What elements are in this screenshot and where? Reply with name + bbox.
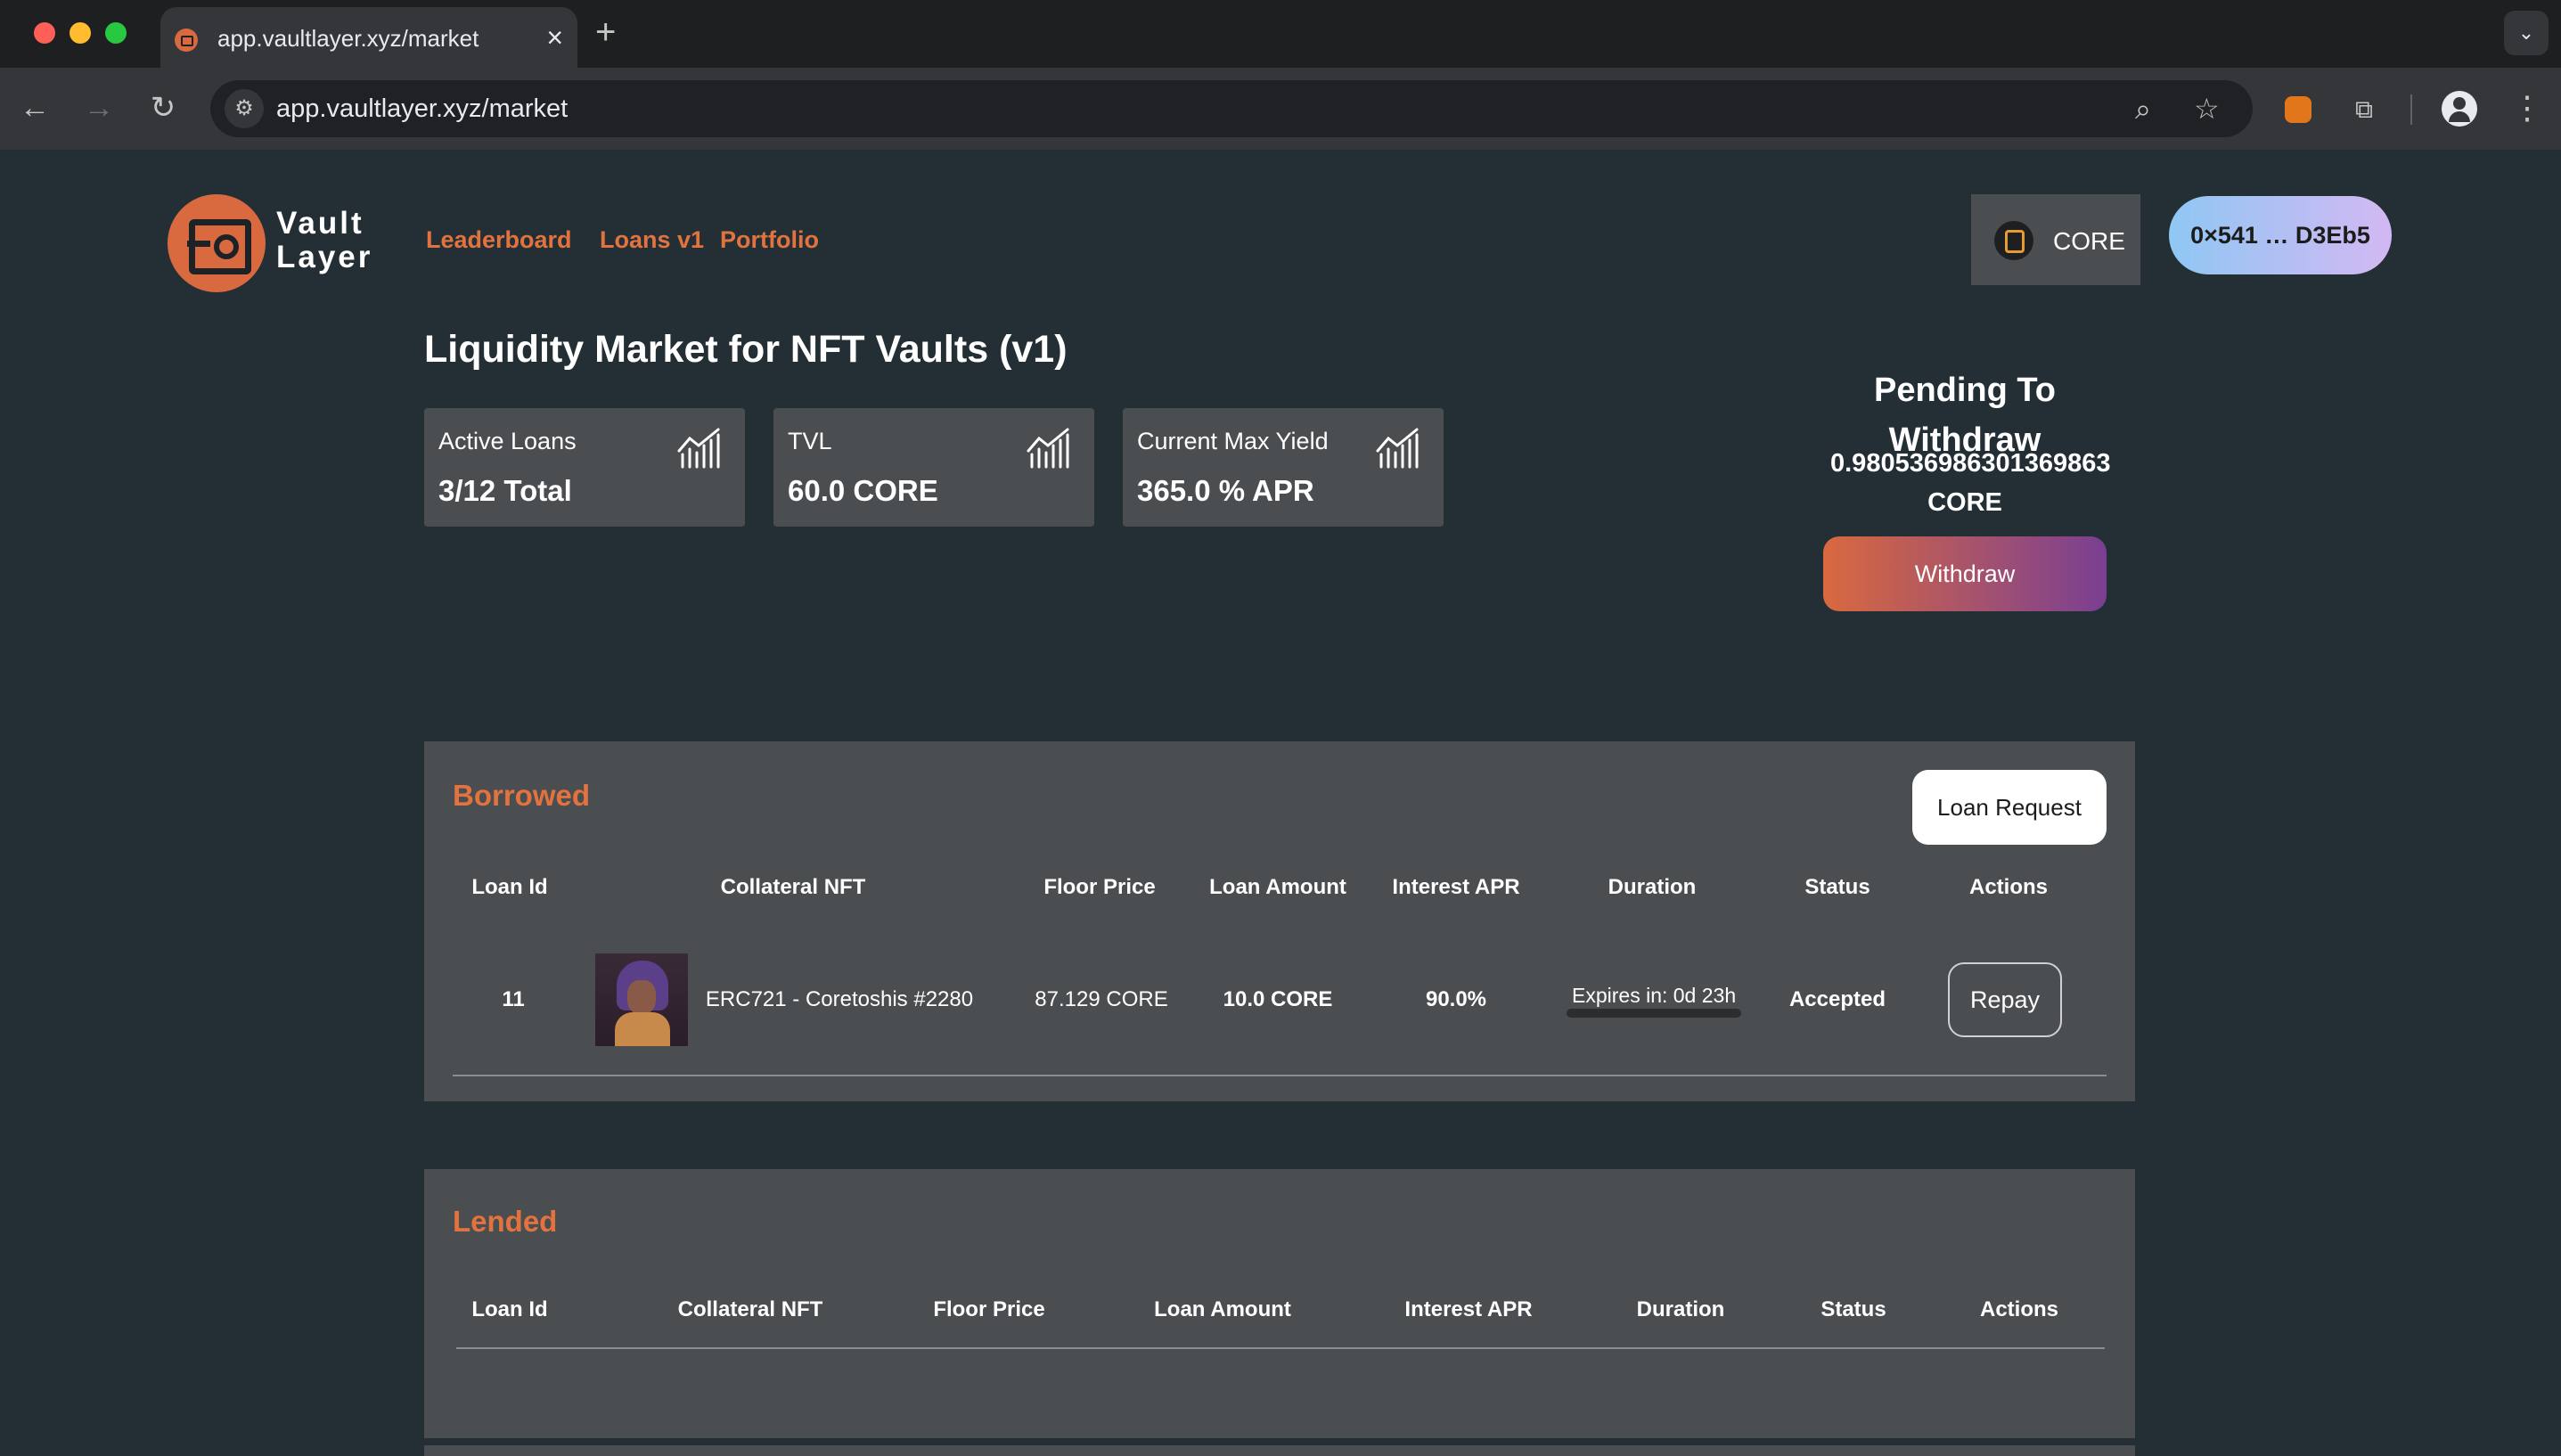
interest-apr-cell: 90.0% — [1425, 987, 1487, 1011]
column-header: Loan Id — [471, 1297, 548, 1321]
tab-search-icon[interactable]: ⌄ — [2504, 11, 2549, 55]
borrowed-panel: Borrowed Loan Request Loan Id Collateral… — [424, 741, 2135, 1101]
column-header: Status — [1821, 1297, 1886, 1321]
column-header: Floor Price — [1043, 875, 1156, 899]
stat-card-tvl: TVL 60.0 CORE — [773, 408, 1094, 527]
brand-line-1: Vault — [276, 206, 364, 241]
nav-loans-v1[interactable]: Loans v1 — [600, 226, 704, 254]
column-header: Floor Price — [933, 1297, 1045, 1321]
status-cell: Accepted — [1788, 987, 1886, 1011]
table-divider — [453, 1075, 2107, 1076]
browser-menu-icon[interactable]: ⋮ — [2511, 87, 2543, 128]
maximize-window-button[interactable] — [105, 22, 127, 44]
nav-portfolio[interactable]: Portfolio — [720, 226, 819, 254]
stat-label: TVL — [788, 428, 832, 454]
column-header: Loan Amount — [1209, 875, 1346, 899]
close-tab-icon[interactable]: × — [546, 20, 563, 55]
brand-wordmark[interactable]: Vault Layer — [276, 207, 372, 274]
app-page: Vault Layer Leaderboard Loans v1 Portfol… — [0, 150, 2561, 1456]
stat-value: 365.0 % APR — [1137, 474, 1314, 507]
address-bar[interactable]: ⚙ app.vaultlayer.xyz/market ⌕ ☆ — [210, 80, 2253, 137]
column-header: Status — [1804, 875, 1870, 899]
minimize-window-button[interactable] — [70, 22, 91, 44]
column-header: Collateral NFT — [720, 875, 866, 899]
lended-panel: Lended Loan Id Collateral NFT Floor Pric… — [424, 1169, 2135, 1438]
page-title: Liquidity Market for NFT Vaults (v1) — [424, 328, 1068, 371]
collateral-nft-cell: ERC721 - Coretoshis #2280 — [705, 987, 974, 1011]
column-header: Loan Id — [471, 875, 548, 899]
chart-growth-icon — [677, 428, 720, 469]
nft-thumbnail — [595, 953, 688, 1046]
reload-icon[interactable]: ↻ — [143, 87, 184, 128]
repay-button[interactable]: Repay — [1948, 962, 2062, 1037]
stat-label: Current Max Yield — [1137, 428, 1329, 454]
stat-card-active-loans: Active Loans 3/12 Total — [424, 408, 745, 527]
column-header: Duration — [1608, 875, 1697, 899]
next-panel-edge — [424, 1445, 2135, 1456]
lended-title: Lended — [453, 1205, 558, 1238]
site-favicon-icon — [175, 29, 198, 52]
stat-label: Active Loans — [438, 428, 577, 454]
new-tab-icon[interactable]: + — [595, 11, 616, 53]
column-header: Actions — [1979, 1297, 2059, 1321]
duration-cell: Expires in: 0d 23h — [1572, 984, 1737, 1007]
browser-tab[interactable]: app.vaultlayer.xyz/market × — [160, 7, 577, 70]
zoom-icon[interactable]: ⌕ — [2135, 91, 2151, 127]
toolbar-divider — [2410, 94, 2412, 125]
pending-withdraw-amount: 0.980536986301369863 — [1830, 449, 2111, 478]
bookmark-star-icon[interactable]: ☆ — [2194, 91, 2220, 127]
profile-avatar-icon[interactable] — [2442, 91, 2477, 127]
nav-leaderboard[interactable]: Leaderboard — [426, 226, 572, 254]
column-header: Duration — [1636, 1297, 1725, 1321]
vault-layer-logo-icon[interactable] — [168, 194, 266, 292]
forward-icon[interactable]: → — [78, 87, 119, 128]
site-info-icon[interactable]: ⚙ — [225, 89, 264, 128]
borrowed-title: Borrowed — [453, 779, 591, 812]
column-header: Interest APR — [1392, 875, 1520, 899]
column-header: Loan Amount — [1154, 1297, 1291, 1321]
browser-toolbar: ← → ↻ ⚙ app.vaultlayer.xyz/market ⌕ ☆ ⧉ … — [0, 68, 2561, 150]
duration-progress-bar — [1567, 1009, 1741, 1018]
column-header: Interest APR — [1404, 1297, 1533, 1321]
table-divider — [456, 1347, 2105, 1349]
url-text[interactable]: app.vaultlayer.xyz/market — [276, 94, 568, 124]
loan-amount-cell: 10.0 CORE — [1223, 987, 1333, 1011]
back-icon[interactable]: ← — [14, 87, 55, 128]
stat-card-max-yield: Current Max Yield 365.0 % APR — [1123, 408, 1444, 527]
chart-growth-icon — [1376, 428, 1419, 469]
brand-line-2: Layer — [276, 240, 373, 274]
column-header: Collateral NFT — [677, 1297, 823, 1321]
core-chain-icon — [1994, 221, 2033, 260]
browser-tab-bar: app.vaultlayer.xyz/market × + ⌄ — [0, 0, 2561, 70]
stat-value: 3/12 Total — [438, 474, 572, 507]
extensions-puzzle-icon[interactable]: ⧉ — [2349, 94, 2379, 125]
wallet-address-button[interactable]: 0×541 … D3Eb5 — [2169, 196, 2392, 274]
network-selector-button[interactable]: CORE — [1971, 194, 2140, 285]
loan-id-cell: 11 — [502, 987, 525, 1011]
floor-price-cell: 87.129 CORE — [1035, 987, 1168, 1011]
tab-title: app.vaultlayer.xyz/market — [217, 25, 479, 52]
loan-request-button[interactable]: Loan Request — [1912, 770, 2107, 845]
pending-withdraw-unit: CORE — [1927, 488, 2002, 517]
network-label: CORE — [2053, 227, 2125, 255]
close-window-button[interactable] — [34, 22, 55, 44]
chart-growth-icon — [1027, 428, 1069, 469]
column-header: Actions — [1968, 875, 2049, 899]
withdraw-button[interactable]: Withdraw — [1823, 536, 2107, 611]
metamask-extension-icon[interactable] — [2285, 96, 2311, 123]
stat-value: 60.0 CORE — [788, 474, 938, 507]
